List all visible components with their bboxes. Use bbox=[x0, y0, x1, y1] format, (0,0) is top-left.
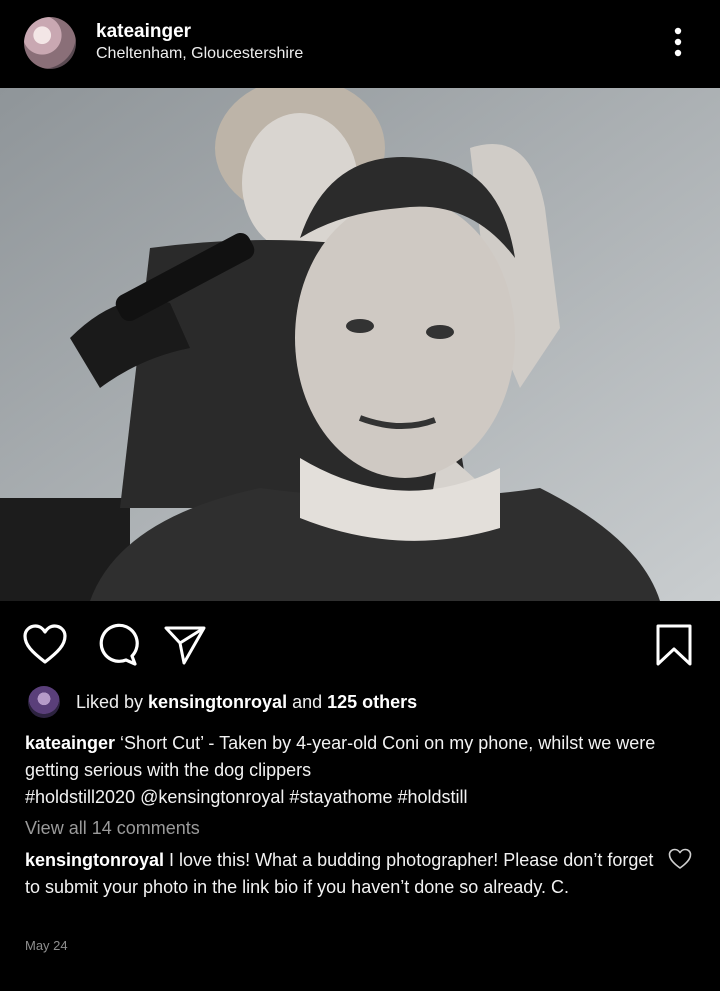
more-vertical-icon[interactable] bbox=[662, 24, 694, 64]
comment-username[interactable]: kensingtonroyal bbox=[25, 850, 164, 870]
likes-row: Liked by kensingtonroyal and 125 others bbox=[0, 686, 720, 720]
avatar[interactable] bbox=[24, 17, 76, 69]
caption: kateainger ‘Short Cut’ - Taken by 4-year… bbox=[25, 730, 695, 811]
likes-others[interactable]: 125 others bbox=[327, 692, 417, 712]
likes-prefix: Liked by bbox=[76, 692, 149, 712]
view-all-comments-link[interactable]: View all 14 comments bbox=[25, 818, 200, 839]
post-location[interactable]: Cheltenham, Gloucestershire bbox=[96, 45, 303, 63]
post-username[interactable]: kateainger bbox=[96, 21, 191, 43]
post-date: May 24 bbox=[25, 938, 68, 953]
comment-like-heart-icon[interactable] bbox=[668, 848, 692, 870]
action-bar bbox=[0, 601, 720, 685]
comment-item: kensingtonroyal I love this! What a budd… bbox=[25, 847, 655, 901]
caption-username[interactable]: kateainger bbox=[25, 733, 115, 753]
likes-middle: and bbox=[287, 692, 328, 712]
likes-user[interactable]: kensingtonroyal bbox=[148, 692, 287, 712]
caption-text: ‘Short Cut’ - Taken by 4-year-old Coni o… bbox=[25, 733, 656, 780]
likes-text[interactable]: Liked by kensingtonroyal and 125 others bbox=[76, 692, 417, 713]
bookmark-icon[interactable] bbox=[652, 623, 698, 667]
send-icon[interactable] bbox=[162, 623, 208, 667]
heart-icon[interactable] bbox=[22, 623, 68, 667]
comment-icon[interactable] bbox=[94, 623, 140, 667]
post-header: kateainger Cheltenham, Gloucestershire bbox=[0, 0, 720, 86]
caption-tags[interactable]: #holdstill2020 @kensingtonroyal #stayath… bbox=[25, 787, 468, 807]
post-photo[interactable] bbox=[0, 88, 720, 601]
liker-avatar[interactable] bbox=[28, 686, 60, 718]
